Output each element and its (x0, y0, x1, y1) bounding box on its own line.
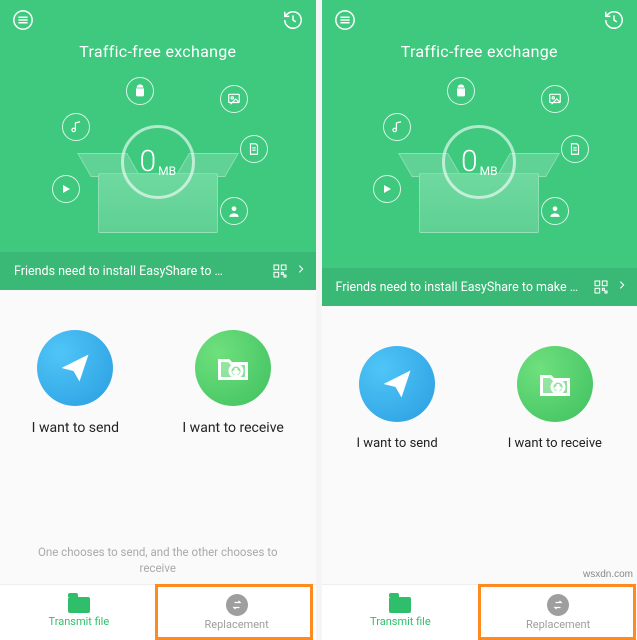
screen-right: Traffic-free exchange 0 MB Friends need … (322, 0, 637, 640)
history-icon[interactable] (603, 9, 625, 31)
picture-icon (541, 85, 569, 113)
install-banner[interactable]: Friends need to install EasyShare to mak… (322, 268, 637, 306)
receive-button[interactable] (517, 346, 593, 422)
counter-unit: MB (158, 164, 176, 178)
android-icon (447, 77, 475, 105)
header: Traffic-free exchange 0 MB Friends need … (322, 0, 637, 306)
bottom-nav: Transmit file Replacement (0, 584, 316, 640)
folder-icon (68, 597, 90, 613)
counter-value: 0 (461, 147, 478, 177)
data-counter: 0 MB (121, 125, 195, 199)
tab-transmit-file[interactable]: Transmit file (322, 585, 480, 640)
header-title: Traffic-free exchange (401, 42, 558, 61)
action-row: I want to send I want to receive (322, 346, 637, 451)
receive-button[interactable] (195, 330, 271, 406)
header-illustration: 0 MB (48, 73, 268, 233)
qr-icon[interactable] (270, 261, 290, 281)
tab-label: Transmit file (370, 615, 431, 628)
receive-label: I want to receive (508, 436, 602, 451)
topbar (322, 0, 637, 40)
banner-text: Friends need to install EasyShare to … (14, 264, 262, 279)
tab-replacement[interactable]: Replacement (479, 585, 637, 640)
document-icon (561, 135, 589, 163)
swap-icon (226, 594, 248, 616)
receive-action[interactable]: I want to receive (182, 330, 283, 436)
hint-text: One chooses to send, and the other choos… (0, 532, 316, 584)
person-icon (220, 197, 248, 225)
chevron-right-icon (617, 278, 627, 296)
main-area: I want to send I want to receive One cho… (0, 290, 316, 584)
picture-icon (220, 85, 248, 113)
tab-label: Replacement (526, 618, 590, 631)
action-row: I want to send I want to receive (0, 330, 316, 436)
document-icon (240, 135, 268, 163)
paper-plane-icon (57, 350, 93, 386)
android-icon (126, 77, 154, 105)
folder-icon (389, 597, 411, 613)
send-label: I want to send (357, 436, 438, 451)
topbar (0, 0, 316, 40)
play-icon (373, 175, 401, 203)
tab-transmit-file[interactable]: Transmit file (0, 585, 158, 640)
header-title: Traffic-free exchange (79, 42, 236, 61)
screen-left: Traffic-free exchange 0 MB Friends need … (0, 0, 316, 640)
header-illustration: 0 MB (369, 73, 589, 233)
counter-value: 0 (139, 147, 156, 177)
menu-icon[interactable] (334, 9, 356, 31)
tab-replacement[interactable]: Replacement (158, 585, 316, 640)
history-icon[interactable] (282, 9, 304, 31)
bottom-nav: Transmit file Replacement (322, 584, 637, 640)
send-button[interactable] (37, 330, 113, 406)
music-icon (383, 113, 411, 141)
main-area: I want to send I want to receive (322, 306, 637, 584)
receive-label: I want to receive (182, 420, 283, 436)
send-action[interactable]: I want to send (357, 346, 438, 451)
qr-icon[interactable] (591, 277, 611, 297)
tab-label: Transmit file (49, 615, 110, 628)
menu-icon[interactable] (12, 9, 34, 31)
person-icon (541, 197, 569, 225)
play-icon (52, 175, 80, 203)
banner-text: Friends need to install EasyShare to mak… (336, 280, 584, 295)
receive-action[interactable]: I want to receive (508, 346, 602, 451)
send-action[interactable]: I want to send (32, 330, 119, 436)
data-counter: 0 MB (442, 125, 516, 199)
folder-download-icon (215, 350, 251, 386)
send-button[interactable] (359, 346, 435, 422)
install-banner[interactable]: Friends need to install EasyShare to … (0, 252, 316, 290)
watermark: wsxdn.com (583, 569, 633, 580)
send-label: I want to send (32, 420, 119, 436)
counter-unit: MB (480, 164, 498, 178)
header: Traffic-free exchange 0 MB Friends need … (0, 0, 316, 290)
paper-plane-icon (379, 366, 415, 402)
chevron-right-icon (296, 262, 306, 280)
swap-icon (547, 594, 569, 616)
music-icon (62, 113, 90, 141)
tab-label: Replacement (205, 618, 269, 631)
folder-download-icon (537, 366, 573, 402)
